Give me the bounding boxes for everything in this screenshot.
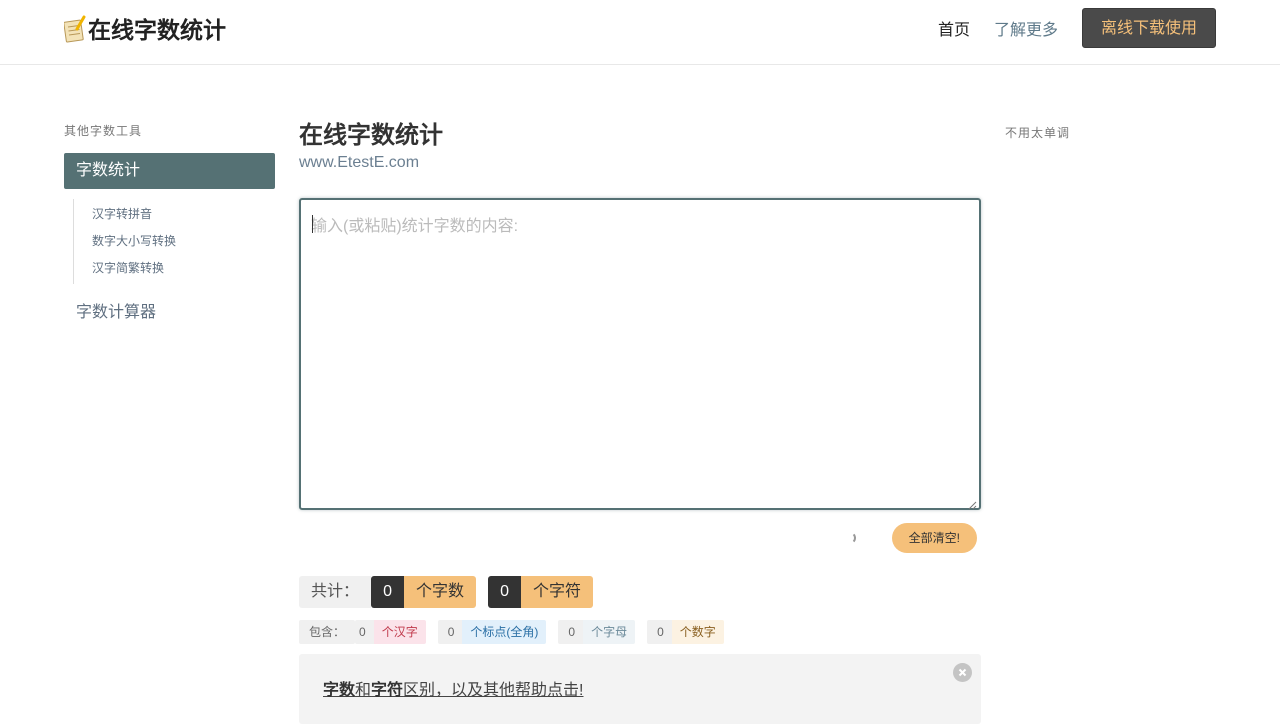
right-column-label: 不用太单调: [1005, 126, 1071, 140]
punctuation-count-badge: 0 个标点(全角): [437, 620, 547, 644]
text-input-placeholder: 输入(或粘贴)统计字数的内容:: [311, 218, 519, 235]
sidebar-item-calculator[interactable]: 字数计算器: [64, 298, 275, 322]
totals-row: 共计： 0 个字数 0 个字符: [299, 576, 981, 608]
includes-label-badge: 包含：: [299, 620, 356, 644]
digit-count-value: 0: [647, 620, 672, 644]
punctuation-count-unit: 个标点(全角): [462, 620, 547, 644]
includes-row: 包含： 0 个汉字 0 个标点(全角) 0 个字母 0 个数字: [299, 620, 981, 644]
word-count-value: 0: [371, 576, 405, 608]
top-nav: 首页 了解更多 离线下载使用: [938, 8, 1216, 48]
page-title: 在线字数统计: [299, 122, 443, 149]
help-link-bold-words: 字数: [323, 682, 356, 699]
text-caret: [312, 215, 313, 233]
nav-home-link[interactable]: 首页: [938, 16, 970, 40]
page-subtitle: www.EtestE.com: [299, 154, 420, 171]
character-count-badge: 0 个字符: [488, 576, 594, 608]
site-logo[interactable]: 在线字数统计: [63, 12, 226, 44]
help-link-bold-chars: 字符: [371, 682, 404, 699]
nav-learn-more-link[interactable]: 了解更多: [994, 16, 1058, 40]
sidebar-item-number-case[interactable]: 数字大小写转换: [92, 228, 275, 255]
sidebar-item-pinyin[interactable]: 汉字转拼音: [92, 201, 275, 228]
digit-count-badge: 0 个数字: [647, 620, 724, 644]
chinese-char-count-value: 0: [355, 620, 374, 644]
help-notice-box: 字数和字符区别，以及其他帮助点击!: [299, 654, 981, 724]
letter-count-badge: 0 个字母: [558, 620, 636, 644]
action-row: 全部清空!: [299, 522, 981, 566]
logo-text: 在线字数统计: [88, 18, 226, 44]
help-link-rest: 区别，以及其他帮助点击!: [403, 682, 584, 699]
sidebar-item-simplified-traditional[interactable]: 汉字简繁转换: [92, 255, 275, 282]
chinese-char-count-unit: 个汉字: [373, 620, 426, 644]
totals-label: 共计：: [299, 576, 372, 608]
text-input-area[interactable]: 输入(或粘贴)统计字数的内容:: [299, 198, 981, 510]
resize-grip-icon[interactable]: [968, 497, 977, 510]
sidebar-item-word-count[interactable]: 字数统计: [64, 153, 275, 189]
close-icon[interactable]: [953, 663, 972, 682]
sidebar-title: 其他字数工具: [64, 124, 143, 138]
sidebar-subnav: 汉字转拼音 数字大小写转换 汉字简繁转换: [73, 199, 275, 284]
chinese-char-count-badge: 0 个汉字: [355, 620, 426, 644]
word-count-unit: 个字数: [404, 576, 477, 608]
includes-label: 包含：: [299, 620, 356, 644]
clear-all-button[interactable]: 全部清空!: [891, 523, 977, 553]
offline-download-button[interactable]: 离线下载使用: [1081, 8, 1216, 48]
notebook-pencil-icon: [63, 15, 88, 43]
word-count-badge: 0 个字数: [371, 576, 477, 608]
punctuation-count-value: 0: [437, 620, 463, 644]
top-header: 在线字数统计 首页 了解更多 离线下载使用: [0, 0, 1280, 65]
character-count-unit: 个字符: [521, 576, 594, 608]
loading-spinner-icon: [844, 532, 856, 544]
sidebar: 其他字数工具 字数统计 汉字转拼音 数字大小写转换 汉字简繁转换 字数计算器: [64, 122, 275, 322]
letter-count-value: 0: [558, 620, 584, 644]
help-link-and: 和: [355, 682, 372, 699]
digit-count-unit: 个数字: [671, 620, 724, 644]
letter-count-unit: 个字母: [583, 620, 636, 644]
main-content: 在线字数统计 www.EtestE.com 输入(或粘贴)统计字数的内容: 全部…: [299, 120, 981, 724]
character-count-value: 0: [488, 576, 522, 608]
help-link[interactable]: 字数和字符区别，以及其他帮助点击!: [323, 682, 584, 699]
